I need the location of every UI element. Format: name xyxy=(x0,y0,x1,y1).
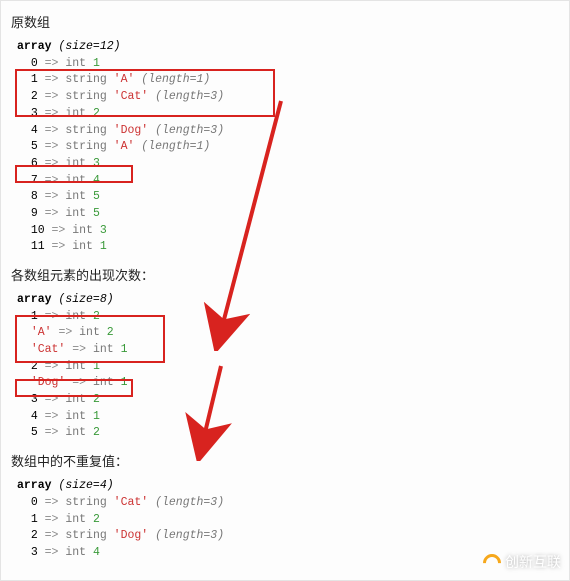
section-title-unique: 数组中的不重复值： xyxy=(11,452,559,472)
section-title-original: 原数组 xyxy=(11,13,559,33)
section-title-counts: 各数组元素的出现次数： xyxy=(11,266,559,286)
document-body: 原数组 array (size=12) 0 => int 1 1 => stri… xyxy=(0,0,570,581)
array-dump-original: array (size=12) 0 => int 1 1 => string '… xyxy=(17,39,559,256)
logo-text: 创新互联 xyxy=(505,552,561,574)
array-dump-unique: array (size=4) 0 => string 'Cat' (length… xyxy=(17,478,559,561)
logo-icon xyxy=(479,550,504,575)
array-dump-counts: array (size=8) 1 => int 2 'A' => int 2 '… xyxy=(17,292,559,442)
watermark-logo: 创新互联 xyxy=(483,552,561,574)
